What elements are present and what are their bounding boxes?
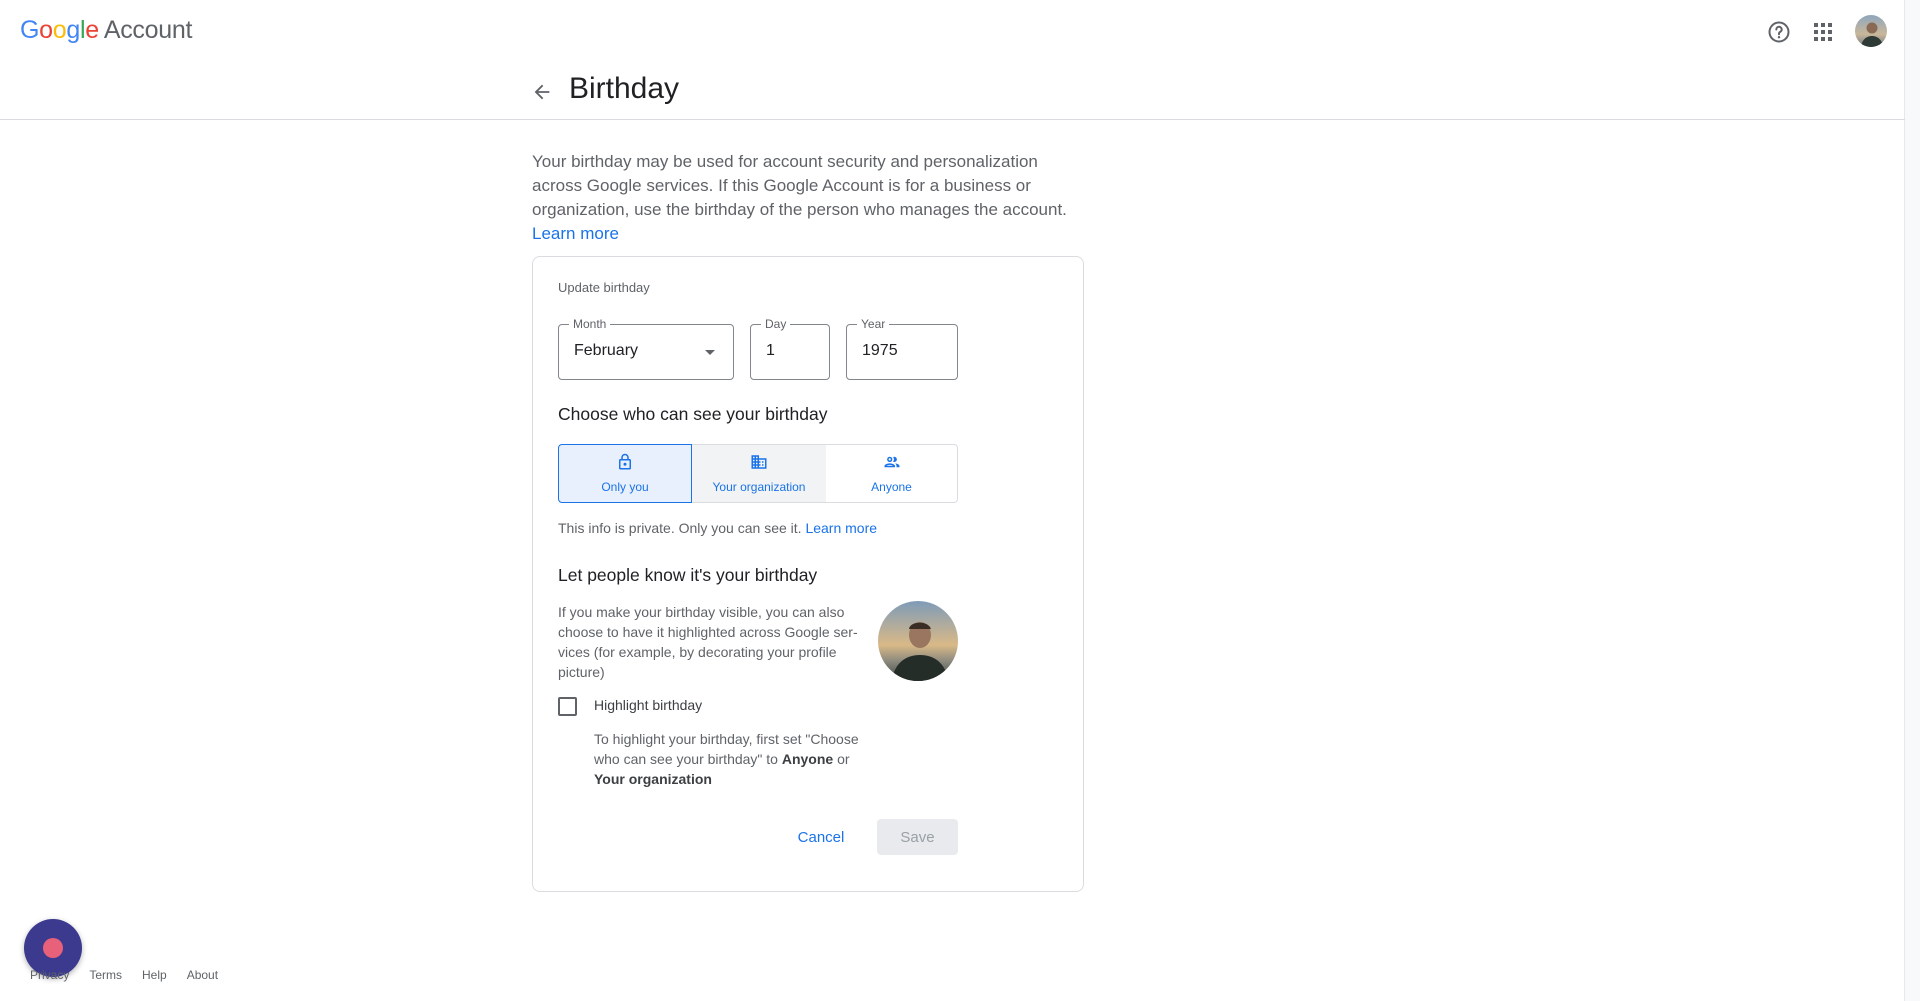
highlight-birthday-checkbox[interactable] [558,697,577,716]
account-avatar[interactable] [1855,15,1887,47]
save-button[interactable]: Save [877,819,958,855]
google-account-logo[interactable]: Google Account [20,16,192,45]
logo-letter: o [39,16,53,44]
privacy-note: This info is private. Only you can see i… [558,520,877,536]
privacy-note-text: This info is private. Only you can see i… [558,520,802,536]
footer-links: Privacy Terms Help About [30,968,238,982]
logo-letter: g [66,16,80,44]
visibility-option-anyone[interactable]: Anyone [826,444,958,503]
dropdown-arrow-icon [705,350,715,355]
logo-suffix: Account [103,16,193,44]
day-value: 1 [766,342,775,359]
visibility-heading: Choose who can see your birthday [558,404,828,424]
people-icon [882,453,902,474]
day-input[interactable]: Day 1 [750,316,830,380]
logo-letter: e [85,16,99,44]
highlight-heading: Let people know it's your birthday [558,565,818,585]
footer-link-about[interactable]: About [187,968,218,982]
highlight-hint-anyone: Anyone [781,751,834,767]
lock-icon [616,453,634,474]
highlight-checkbox-label: Highlight birthday [594,697,703,713]
year-label: Year [857,316,890,332]
intro-learn-more-link[interactable]: Learn more [532,224,619,243]
scrollbar[interactable] [1904,0,1920,1001]
option-label: Anyone [871,480,912,494]
help-circle-icon[interactable] [1764,17,1794,47]
back-button[interactable] [526,78,558,110]
intro-paragraph: Your birthday may be used for account se… [532,150,1082,246]
cancel-button[interactable]: Cancel [778,819,864,855]
logo-letter: o [52,16,67,44]
option-label: Your organization [712,480,806,494]
intro-text: Your birthday may be used for account se… [532,152,1067,219]
month-label: Month [569,316,611,332]
year-input[interactable]: Year 1975 [846,316,958,380]
option-label: Only you [601,480,649,494]
highlight-description: If you make your birthday visible, you c… [558,604,858,680]
highlight-hint-org: Your organization [594,771,712,787]
apps-grid-icon[interactable] [1808,17,1838,47]
highlight-hint: To highlight your birthday, first set "C… [594,729,884,789]
month-value: February [574,342,639,359]
year-value: 1975 [862,342,898,359]
page-title: Birthday [569,72,680,105]
privacy-learn-more-link[interactable]: Learn more [805,520,877,536]
logo-letter: G [20,16,40,44]
visibility-option-your-organization[interactable]: Your organization [692,444,826,503]
page-titlebar: Birthday [0,64,1905,120]
footer-link-terms[interactable]: Terms [89,968,122,982]
arrow-back-icon [531,81,553,108]
highlight-hint-or: or [837,751,850,767]
top-header: Google Account [0,0,1905,64]
record-dot-icon [43,938,63,958]
month-select[interactable]: Month February [558,316,734,380]
day-label: Day [761,316,791,332]
footer-link-privacy[interactable]: Privacy [30,968,69,982]
visibility-option-only-you[interactable]: Only you [558,444,692,503]
building-icon [750,453,768,474]
update-birthday-label: Update birthday [558,280,650,295]
footer-link-help[interactable]: Help [142,968,167,982]
profile-photo [878,601,958,681]
